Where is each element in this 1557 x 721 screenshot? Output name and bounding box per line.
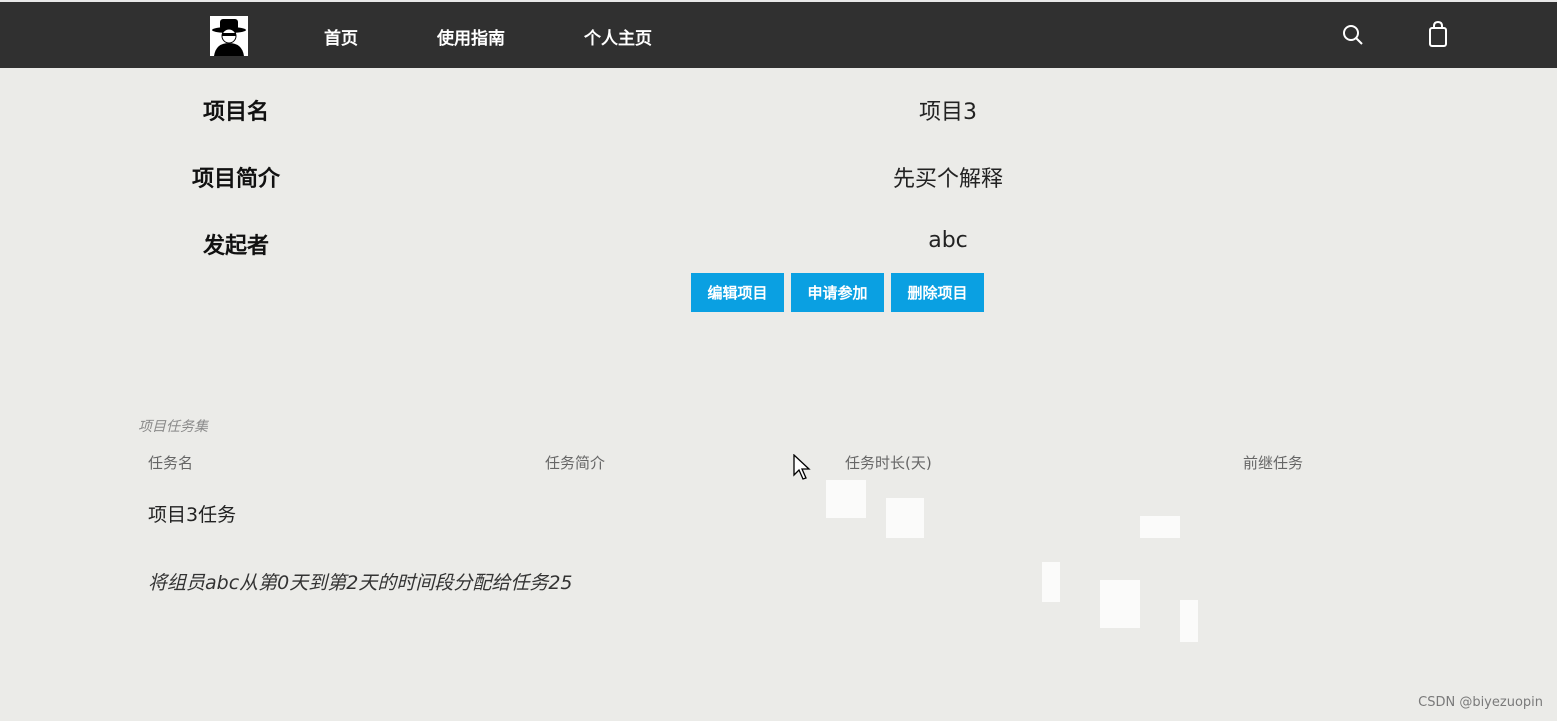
- artifact-block: [1042, 562, 1060, 602]
- apply-join-button[interactable]: 申请参加: [791, 273, 884, 312]
- artifact-block: [886, 498, 924, 538]
- shopping-bag-icon[interactable]: [1428, 20, 1448, 52]
- artifact-block: [826, 480, 866, 518]
- artifact-block: [1180, 600, 1198, 642]
- project-initiator-label: 发起者: [202, 234, 269, 259]
- artifact-block: [1140, 516, 1180, 538]
- nav-link-guide[interactable]: 使用指南: [437, 24, 505, 49]
- header-predecessor: 前继任务: [1243, 454, 1304, 472]
- task-section-caption: 项目任务集: [138, 419, 208, 435]
- project-initiator-value: abc: [928, 228, 968, 253]
- project-name-value: 项目3: [919, 100, 977, 125]
- edit-project-button[interactable]: 编辑项目: [691, 273, 784, 312]
- project-intro-value: 先买个解释: [892, 167, 1003, 192]
- nav-link-profile[interactable]: 个人主页: [584, 24, 652, 49]
- cell-task-name: 项目3任务: [148, 504, 237, 526]
- project-name-label: 项目名: [202, 100, 269, 125]
- artifact-block: [1100, 580, 1140, 628]
- header-task-duration: 任务时长(天): [845, 454, 932, 472]
- top-navbar: 首页 使用指南 个人主页: [0, 0, 1557, 68]
- nav-link-home[interactable]: 首页: [324, 24, 358, 49]
- assignment-note: 将组员abc从第0天到第2天的时间段分配给任务25: [148, 572, 573, 594]
- watermark: CSDN @biyezuopin: [1418, 695, 1543, 710]
- delete-project-button[interactable]: 删除项目: [891, 273, 984, 312]
- avatar-hat-man-icon[interactable]: [210, 16, 248, 56]
- header-task-intro: 任务简介: [545, 454, 606, 472]
- search-icon[interactable]: [1342, 24, 1364, 50]
- project-intro-label: 项目简介: [191, 167, 280, 192]
- mouse-cursor-icon: [793, 453, 811, 484]
- header-task-name: 任务名: [148, 454, 194, 472]
